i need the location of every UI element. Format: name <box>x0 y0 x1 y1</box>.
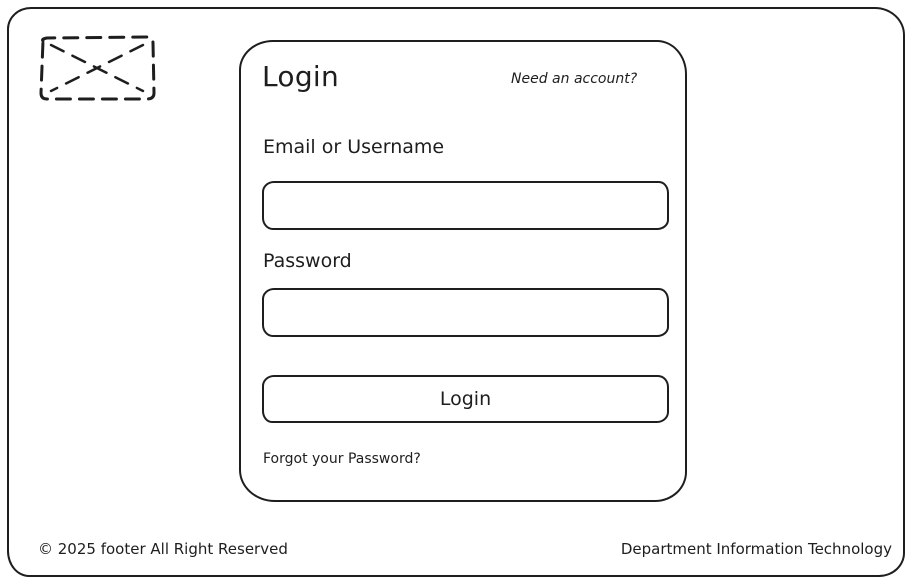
email-username-input[interactable] <box>262 181 669 230</box>
logo-placeholder <box>37 33 157 103</box>
image-placeholder-icon <box>39 35 156 101</box>
password-label: Password <box>263 250 352 272</box>
password-input[interactable] <box>262 288 669 337</box>
forgot-password-link[interactable]: Forgot your Password? <box>263 451 421 467</box>
login-title: Login <box>262 60 340 93</box>
login-button[interactable]: Login <box>262 375 669 423</box>
email-label: Email or Username <box>263 136 445 158</box>
footer-department: Department Information Technology <box>620 540 892 558</box>
footer-copyright: © 2025 footer All Right Reserved <box>38 540 288 558</box>
need-account-link[interactable]: Need an account? <box>511 71 637 87</box>
